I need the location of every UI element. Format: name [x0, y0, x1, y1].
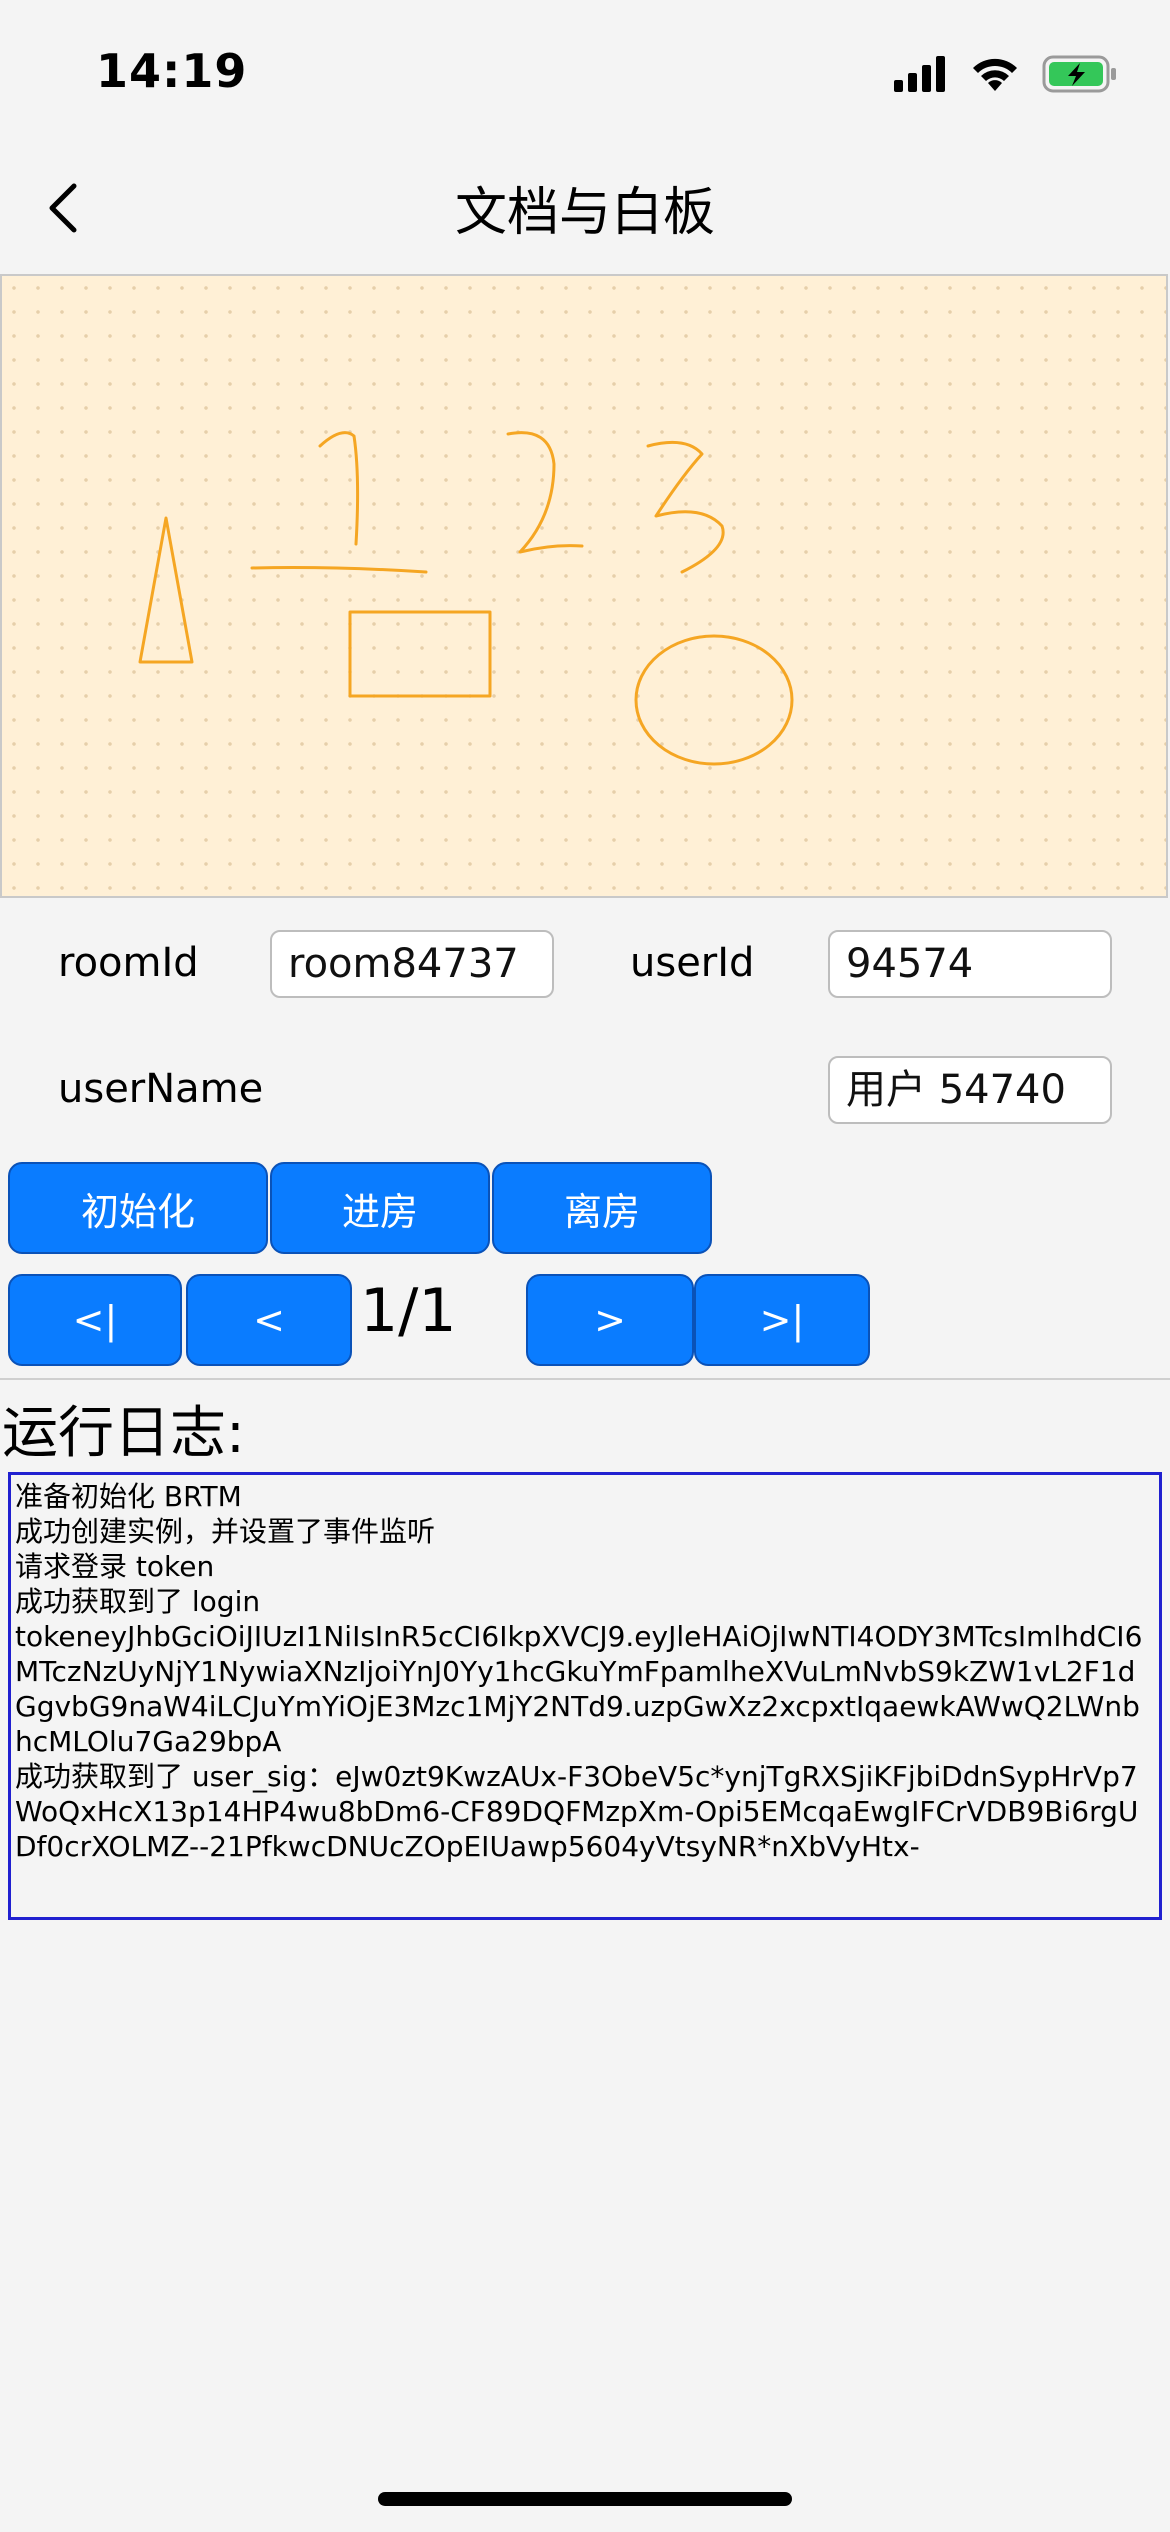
drawn-triangle [138, 516, 194, 664]
room-id-label: roomId [58, 940, 199, 986]
log-line: 请求登录 token [15, 1550, 215, 1583]
status-icons [894, 50, 1118, 98]
drawn-digit-one [318, 431, 360, 546]
join-room-button[interactable]: 进房 [270, 1162, 490, 1254]
page-indicator: 1/1 [360, 1276, 457, 1346]
status-time: 14:19 [96, 44, 248, 98]
user-id-input[interactable]: 94574 [828, 930, 1112, 998]
battery-charging-icon [1042, 55, 1116, 93]
user-name-input[interactable]: 用户 54740 [828, 1056, 1112, 1124]
drawn-digit-three [646, 440, 725, 574]
drawn-rectangle [348, 610, 492, 698]
page-title: 文档与白板 [454, 183, 715, 243]
log-output[interactable]: 准备初始化 BRTM 成功创建实例，并设置了事件监听 请求登录 token 成功… [8, 1472, 1162, 1920]
whiteboard-canvas[interactable] [0, 274, 1168, 898]
next-page-button[interactable]: > [526, 1274, 694, 1366]
wifi-icon [973, 58, 1017, 91]
init-button[interactable]: 初始化 [8, 1162, 268, 1254]
divider [0, 1378, 1170, 1380]
room-id-input[interactable]: room84737 [270, 930, 554, 998]
prev-page-button[interactable]: < [186, 1274, 352, 1366]
log-line: 成功获取到了 user_sig：eJw0zt9KwzAUx-F3ObeV5c*y… [15, 1760, 1139, 1863]
last-page-button[interactable]: >| [694, 1274, 870, 1366]
cellular-signal-icon [894, 56, 945, 92]
home-indicator[interactable] [378, 2492, 792, 2506]
first-page-button[interactable]: <| [8, 1274, 182, 1366]
log-line: tokeneyJhbGciOiJIUzI1NiIsInR5cCI6IkpXVCJ… [15, 1620, 1143, 1758]
whiteboard-drawing [138, 431, 794, 766]
log-title: 运行日志: [2, 1401, 245, 1466]
log-line: 准备初始化 BRTM [15, 1480, 242, 1513]
leave-room-button[interactable]: 离房 [492, 1162, 712, 1254]
drawn-underline [250, 566, 428, 574]
user-id-label: userId [630, 940, 755, 986]
user-name-label: userName [58, 1066, 264, 1112]
log-line: 成功获取到了 login [15, 1585, 261, 1618]
drawn-digit-two [506, 431, 584, 554]
drawn-circle [634, 634, 794, 766]
log-line: 成功创建实例，并设置了事件监听 [15, 1515, 436, 1548]
